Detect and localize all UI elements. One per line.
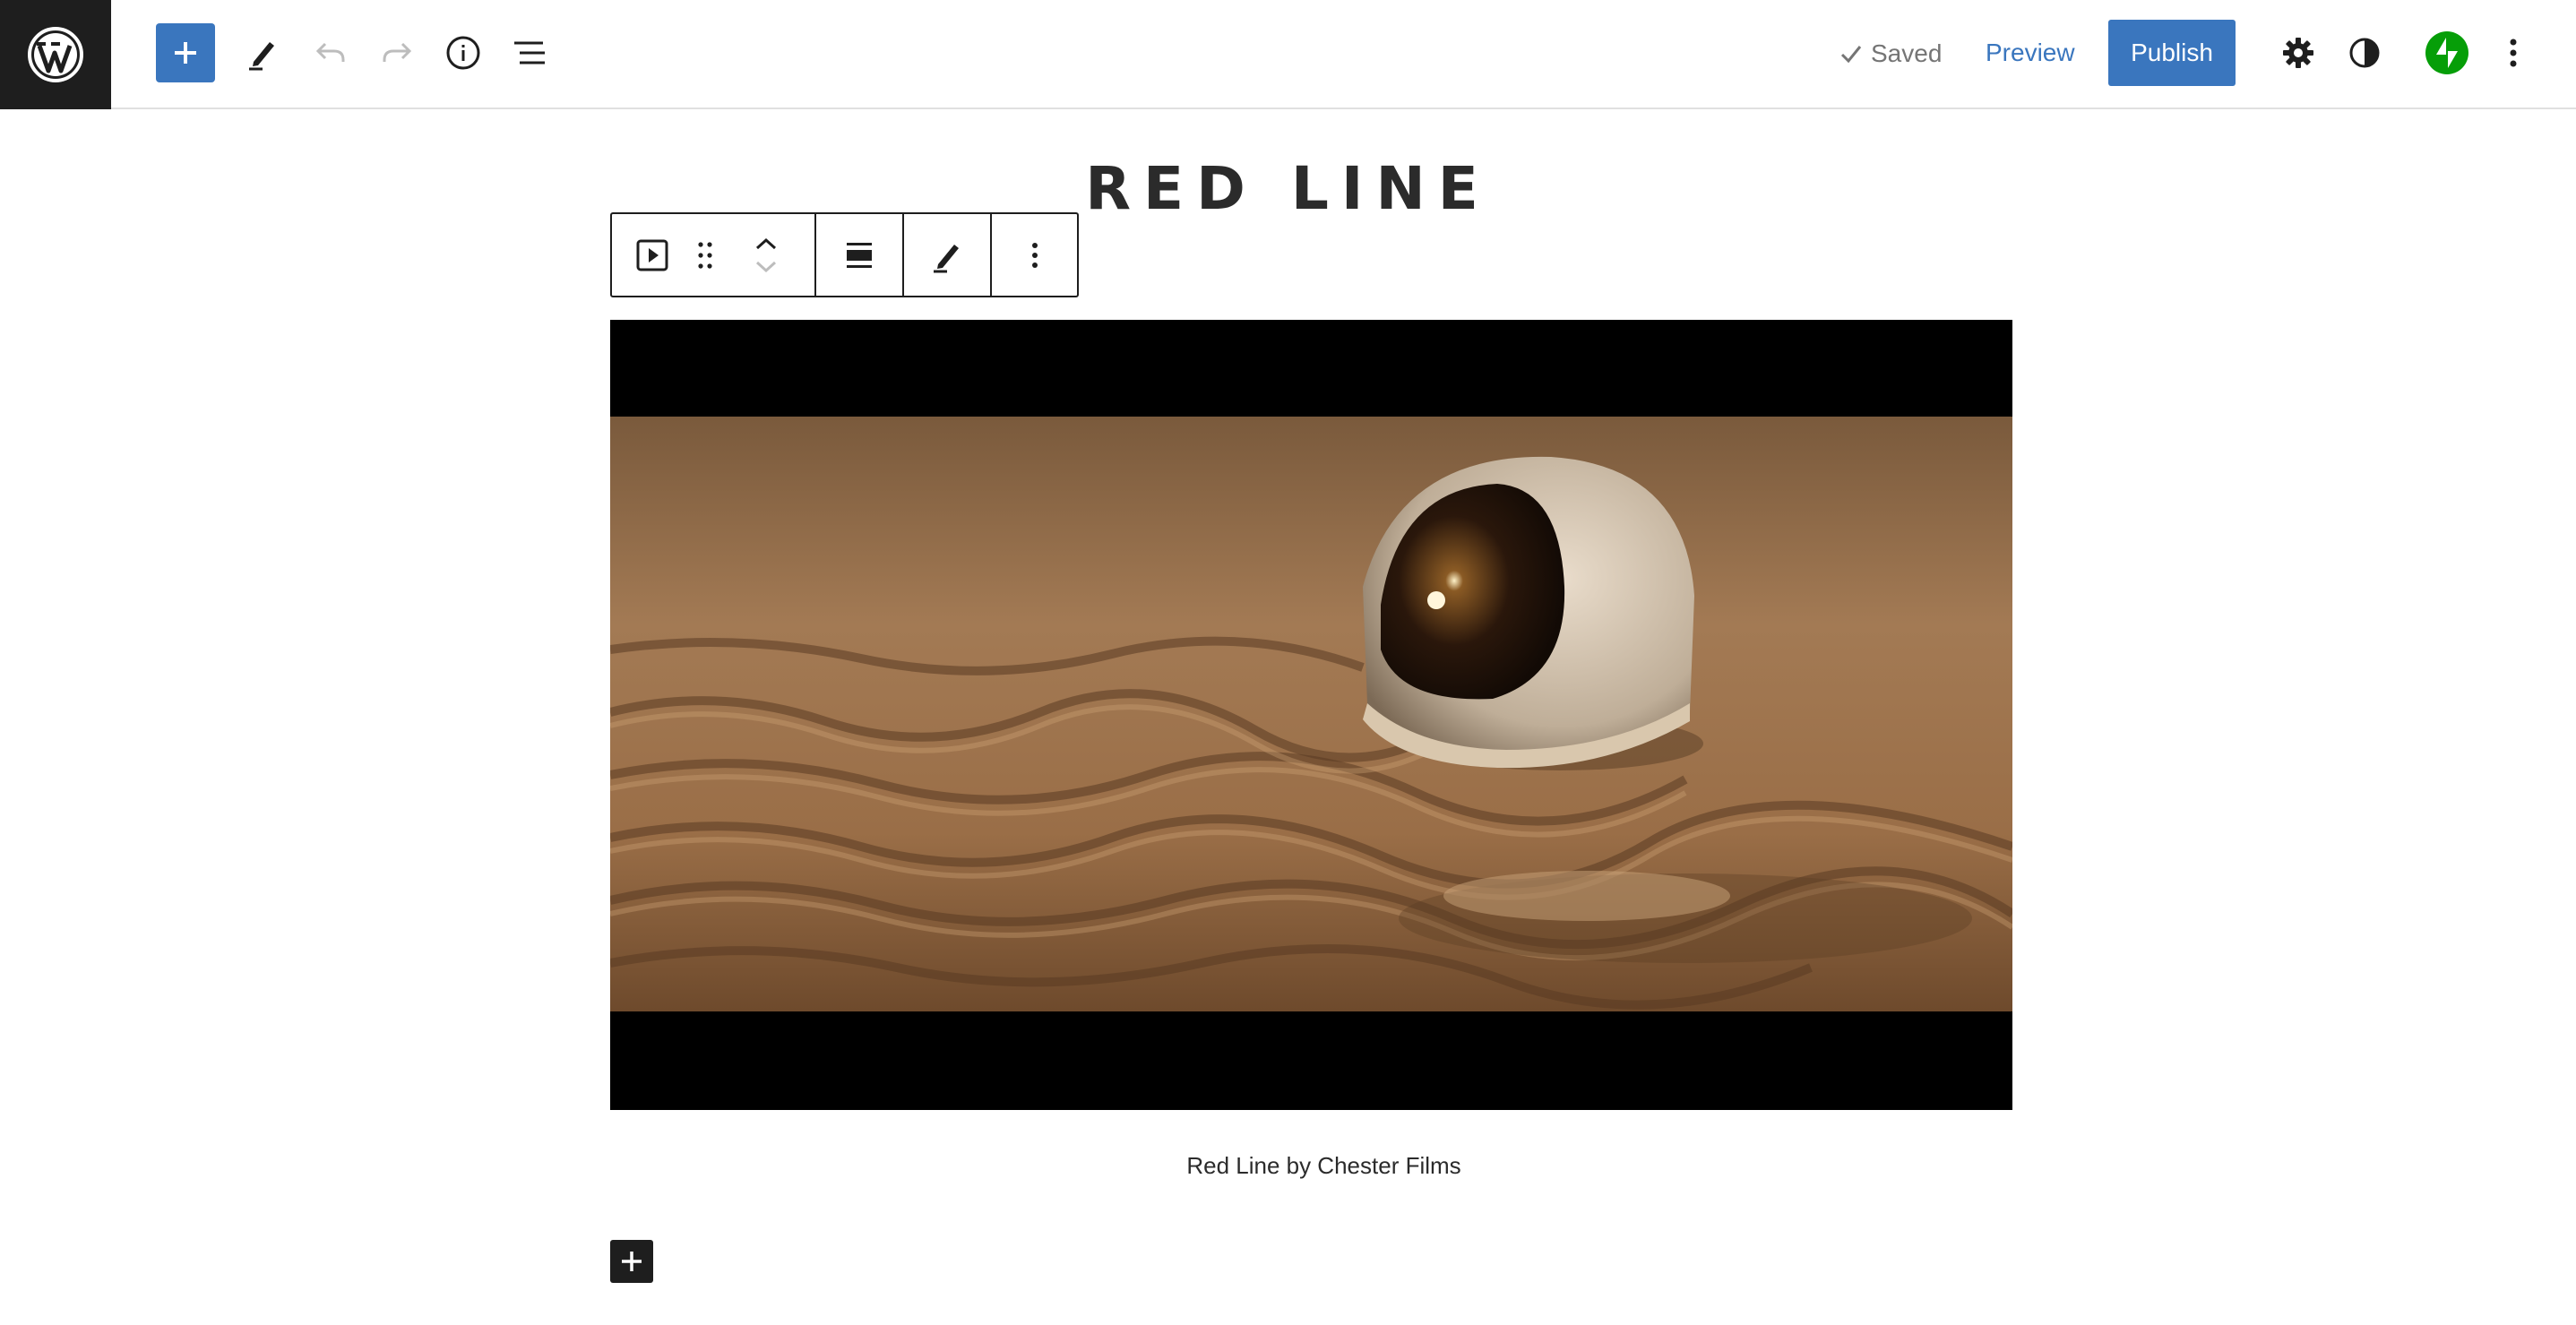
info-icon — [446, 36, 480, 70]
pencil-icon — [934, 244, 959, 272]
add-block-button[interactable] — [156, 23, 215, 82]
saved-label: Saved — [1871, 39, 1943, 67]
wordpress-logo-button[interactable] — [0, 0, 111, 109]
video-poster — [610, 417, 2012, 1011]
chevron-down-icon[interactable] — [754, 260, 779, 274]
move-block-controls — [718, 214, 814, 296]
drag-handle-icon — [698, 241, 712, 269]
block-type-button[interactable] — [612, 214, 693, 296]
settings-button[interactable] — [2269, 23, 2328, 82]
video-block[interactable] — [610, 320, 2012, 1110]
styles-button[interactable] — [2335, 23, 2394, 82]
list-view-button[interactable] — [500, 23, 559, 82]
wordpress-icon — [28, 27, 83, 82]
options-menu-button[interactable] — [2484, 23, 2543, 82]
plus-icon — [622, 1252, 642, 1271]
add-block-inline-button[interactable] — [610, 1240, 653, 1283]
details-button[interactable] — [434, 23, 493, 82]
tools-button[interactable] — [233, 23, 292, 82]
align-center-icon — [847, 242, 872, 268]
saved-status: Saved — [1839, 36, 1942, 72]
jetpack-button[interactable] — [2417, 23, 2477, 82]
block-mover-group — [612, 214, 816, 296]
edit-group — [904, 214, 992, 296]
undo-button[interactable] — [301, 23, 360, 82]
align-button[interactable] — [816, 214, 902, 296]
plus-icon — [175, 42, 196, 64]
redo-button[interactable] — [367, 23, 426, 82]
vertical-ellipsis-icon — [1031, 242, 1038, 268]
list-view-icon — [514, 41, 545, 65]
editor-header: Saved Preview Publish — [0, 0, 2576, 109]
contrast-icon — [2349, 38, 2380, 68]
check-icon — [1840, 46, 1862, 64]
chevron-up-icon[interactable] — [754, 237, 779, 251]
preview-button[interactable]: Preview — [1971, 20, 2089, 86]
redo-icon — [383, 42, 412, 62]
align-group — [816, 214, 904, 296]
jetpack-icon — [2425, 31, 2468, 74]
drag-handle[interactable] — [693, 214, 718, 296]
block-toolbar — [610, 212, 1079, 297]
video-caption[interactable]: Red Line by Chester Films — [610, 1152, 2038, 1180]
astronaut-helmet-in-sand-image — [610, 417, 2012, 1011]
undo-icon — [315, 42, 345, 62]
vertical-ellipsis-icon — [2510, 39, 2517, 67]
video-icon — [636, 239, 668, 271]
gear-icon — [2283, 38, 2313, 68]
block-options-button[interactable] — [992, 214, 1077, 296]
options-group — [992, 214, 1077, 296]
post-title[interactable]: RED LINE — [0, 154, 2576, 223]
pencil-icon — [249, 42, 274, 71]
edit-video-button[interactable] — [904, 214, 990, 296]
publish-button[interactable]: Publish — [2108, 20, 2236, 86]
